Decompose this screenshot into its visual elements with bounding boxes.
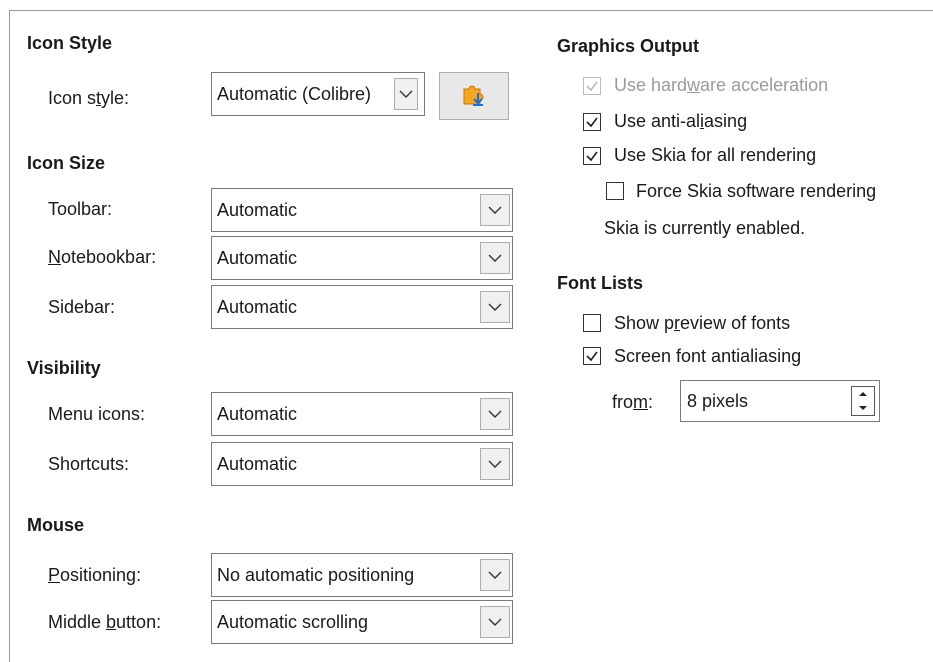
shortcuts-select[interactable]: Automatic — [211, 442, 513, 486]
toolbar-label: Toolbar: — [48, 199, 113, 219]
chevron-down-icon[interactable] — [480, 291, 510, 323]
notebookbar-size-value: Automatic — [217, 248, 298, 268]
icon-size-heading: Icon Size — [27, 153, 106, 173]
middle-button-value: Automatic scrolling — [217, 612, 369, 632]
spin-down-icon[interactable] — [852, 401, 874, 415]
icon-style-heading: Icon Style — [27, 33, 113, 53]
icon-style-select[interactable]: Automatic (Colibre) — [211, 72, 425, 116]
screen-aa-checkbox[interactable] — [583, 347, 601, 365]
hw-accel-checkbox[interactable] — [583, 77, 601, 95]
chevron-down-icon[interactable] — [480, 194, 510, 226]
chevron-down-icon[interactable] — [480, 448, 510, 480]
from-pixels-value: 8 pixels — [687, 391, 749, 411]
positioning-label: Positioning: — [48, 565, 142, 585]
spin-up-icon[interactable] — [852, 387, 874, 401]
toolbar-size-select[interactable]: Automatic — [211, 188, 513, 232]
preview-fonts-checkbox[interactable] — [583, 314, 601, 332]
shortcuts-value: Automatic — [217, 454, 298, 474]
toolbar-size-value: Automatic — [217, 200, 298, 220]
menu-icons-value: Automatic — [217, 404, 298, 424]
skia-software-checkbox[interactable] — [606, 182, 624, 200]
skia-status-text: Skia is currently enabled. — [604, 218, 806, 238]
spin-buttons — [851, 386, 875, 416]
checkmark-icon — [586, 117, 598, 128]
skia-software-label: Force Skia software rendering — [636, 181, 877, 201]
menu-icons-label: Menu icons: — [48, 404, 146, 424]
hw-accel-label: Use hardware acceleration — [614, 75, 829, 95]
chevron-down-icon[interactable] — [394, 78, 418, 110]
mouse-heading: Mouse — [27, 515, 85, 535]
sidebar-size-value: Automatic — [217, 297, 298, 317]
middle-button-label: Middle button: — [48, 612, 162, 632]
skia-label: Use Skia for all rendering — [614, 145, 817, 165]
positioning-select[interactable]: No automatic positioning — [211, 553, 513, 597]
sidebar-label: Sidebar: — [48, 297, 116, 317]
notebookbar-label: Notebookbar: — [48, 247, 157, 267]
anti-aliasing-checkbox[interactable] — [583, 113, 601, 131]
visibility-heading: Visibility — [27, 358, 101, 378]
anti-aliasing-label: Use anti-aliasing — [614, 111, 748, 131]
chevron-down-icon[interactable] — [480, 398, 510, 430]
icon-style-value: Automatic (Colibre) — [217, 84, 372, 104]
chevron-down-icon[interactable] — [480, 606, 510, 638]
middle-button-select[interactable]: Automatic scrolling — [211, 600, 513, 644]
font-lists-heading: Font Lists — [557, 273, 643, 293]
checkmark-icon — [586, 81, 598, 92]
chevron-down-icon[interactable] — [480, 242, 510, 274]
screen-aa-label: Screen font antialiasing — [614, 346, 802, 366]
checkmark-icon — [586, 151, 598, 162]
skia-checkbox[interactable] — [583, 147, 601, 165]
shortcuts-label: Shortcuts: — [48, 454, 130, 474]
sidebar-size-select[interactable]: Automatic — [211, 285, 513, 329]
from-label: from: — [612, 392, 654, 412]
positioning-value: No automatic positioning — [217, 565, 415, 585]
preview-fonts-label: Show preview of fonts — [614, 313, 791, 333]
icon-style-label: Icon style: — [48, 88, 130, 108]
notebookbar-size-select[interactable]: Automatic — [211, 236, 513, 280]
from-pixels-spinbox[interactable]: 8 pixels — [680, 380, 880, 422]
add-icon-theme-icon — [460, 81, 488, 112]
graphics-output-heading: Graphics Output — [557, 36, 700, 56]
add-icon-theme-button[interactable] — [439, 72, 509, 120]
chevron-down-icon[interactable] — [480, 559, 510, 591]
checkmark-icon — [586, 351, 598, 362]
menu-icons-select[interactable]: Automatic — [211, 392, 513, 436]
